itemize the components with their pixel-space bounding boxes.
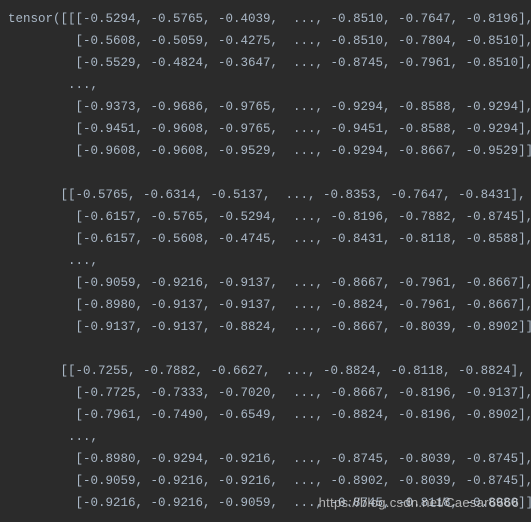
tensor-output: tensor([[[-0.5294, -0.5765, -0.4039, ...… [0,0,531,514]
